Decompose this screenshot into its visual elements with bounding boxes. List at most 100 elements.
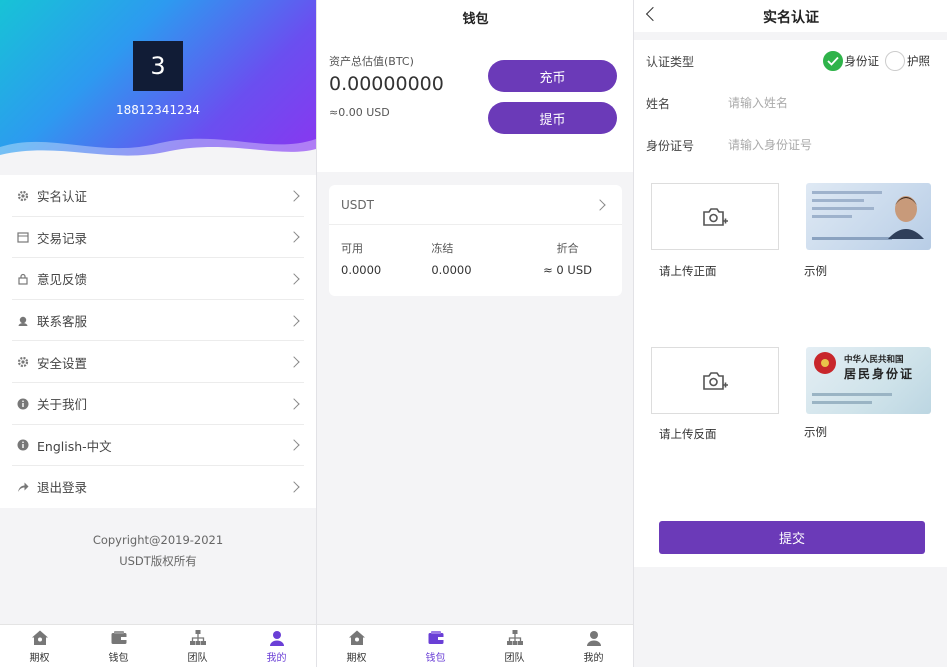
submit-area: 提交 [634,509,947,567]
home-icon [31,630,48,645]
sample-back-subtitle: 居民身份证 [844,367,915,381]
share-arrow-icon [16,480,29,493]
upload-front-box[interactable] [651,183,779,250]
withdraw-button[interactable]: 提币 [488,102,617,134]
sample-front-image [806,183,931,250]
lock-icon [16,272,29,285]
radio-passport[interactable] [885,51,905,71]
tab-label: 我的 [583,652,604,664]
header-wave [0,138,316,165]
profile-screen: 3 18812341234 实名认证 交易记录 意见反馈 联系客服 安全设置 关… [0,0,316,667]
sample-back-title: 中华人民共和国 [844,355,904,365]
avatar[interactable]: 3 [133,41,183,91]
info-icon [16,439,29,452]
user-icon [586,630,601,646]
chevron-right-icon [288,314,300,327]
chevron-right-icon [288,231,300,244]
bottom-tabbar: 期权 钱包 团队 我的 [317,624,633,667]
chevron-right-icon [288,273,300,285]
tab-mine[interactable]: 我的 [554,625,633,667]
menu-item-about[interactable]: 关于我们 [0,383,316,425]
headset-icon [16,314,29,327]
menu-item-label: 关于我们 [37,397,88,413]
tab-mine[interactable]: 我的 [237,625,316,667]
id-number-row: 身份证号 [634,124,947,166]
tab-team[interactable]: 团队 [158,625,237,667]
frozen-label: 冻结 [431,242,454,255]
convert-value: ≈ 0 USD [543,263,592,277]
wallet-icon [111,630,126,644]
coin-balances: 可用 0.0000 冻结 0.0000 折合 ≈ 0 USD [329,225,622,277]
gear-icon [16,189,29,202]
available-label: 可用 [341,242,363,255]
name-label: 姓名 [646,96,671,111]
tab-options[interactable]: 期权 [0,625,79,667]
upload-back-label: 请上传反面 [659,427,717,441]
id-type-radio-group: 身份证 护照 [822,51,937,71]
deposit-button[interactable]: 充币 [488,60,617,92]
upload-back-box[interactable] [651,347,779,414]
check-icon [826,56,839,66]
info-icon [16,397,29,410]
available-value: 0.0000 [341,263,382,277]
radio-id-card[interactable] [822,51,843,71]
radio-id-card-label: 身份证 [844,54,880,68]
asset-value: 0.00000000 [329,73,444,95]
radio-passport-label: 护照 [907,54,930,68]
wallet-icon [428,630,443,644]
menu-item-logout[interactable]: 退出登录 [0,466,316,508]
convert-column: 折合 ≈ 0 USD [512,240,610,277]
menu-item-support[interactable]: 联系客服 [0,300,316,342]
menu-item-feedback[interactable]: 意见反馈 [0,258,316,300]
asset-label: 资产总估值(BTC) [329,55,414,68]
submit-button[interactable]: 提交 [659,521,925,554]
tab-label: 团队 [504,652,525,664]
menu-item-label: 实名认证 [37,189,88,205]
camera-plus-icon [703,207,728,226]
tab-team[interactable]: 团队 [475,625,554,667]
sample-back-label: 示例 [804,425,827,439]
menu-item-security[interactable]: 安全设置 [0,341,316,383]
profile-header: 3 18812341234 [0,0,316,165]
bottom-tabbar: 期权 钱包 团队 我的 [0,624,316,667]
team-icon [189,629,206,645]
tab-label: 钱包 [425,652,446,664]
name-input[interactable] [728,96,908,110]
available-column: 可用 0.0000 [341,240,421,277]
menu-item-label: English-中文 [37,438,112,454]
tab-wallet[interactable]: 钱包 [79,625,158,667]
chevron-right-icon [288,481,300,493]
sample-back-image: 中华人民共和国 居民身份证 [806,347,931,414]
wallet-header: 钱包 资产总估值(BTC) 0.00000000 ≈0.00 USD 充币 提币 [317,0,633,172]
upload-area: 请上传正面 示例 请上传反面 中华人民共和国 居民身份证 示例 [634,166,947,509]
frozen-value: 0.0000 [431,263,472,277]
menu-item-label: 交易记录 [37,230,88,246]
menu-item-verify[interactable]: 实名认证 [0,175,316,217]
chevron-right-icon [288,439,300,452]
user-icon [269,630,284,646]
sample-front-label: 示例 [804,264,827,278]
menu-item-language[interactable]: English-中文 [0,425,316,467]
phone-number: 18812341234 [116,103,200,117]
id-type-label: 认证类型 [646,54,695,69]
id-number-input[interactable] [728,138,908,152]
wallet-screen: 钱包 资产总估值(BTC) 0.00000000 ≈0.00 USD 充币 提币… [316,0,633,667]
copyright: Copyright@2019-2021 USDT版权所有 [0,530,316,572]
camera-plus-icon [703,371,728,390]
tab-label: 团队 [187,652,208,664]
name-row: 姓名 [634,82,947,124]
menu-item-label: 意见反馈 [37,272,88,288]
tab-label: 期权 [346,652,367,664]
coin-card-header[interactable]: USDT [329,185,622,225]
asset-usd: ≈0.00 USD [329,106,390,119]
tab-wallet[interactable]: 钱包 [396,625,475,667]
coin-card[interactable]: USDT 可用 0.0000 冻结 0.0000 折合 ≈ 0 USD [329,185,622,296]
tab-options[interactable]: 期权 [317,625,396,667]
profile-menu: 实名认证 交易记录 意见反馈 联系客服 安全设置 关于我们 English-中文… [0,175,316,508]
menu-item-transactions[interactable]: 交易记录 [0,217,316,259]
verify-screen: 实名认证 认证类型 身份证 护照 姓名 身份证号 [633,0,947,667]
chevron-right-icon [288,356,300,368]
chevron-right-icon [594,198,606,211]
menu-item-label: 安全设置 [37,355,88,371]
calendar-icon [16,231,29,244]
